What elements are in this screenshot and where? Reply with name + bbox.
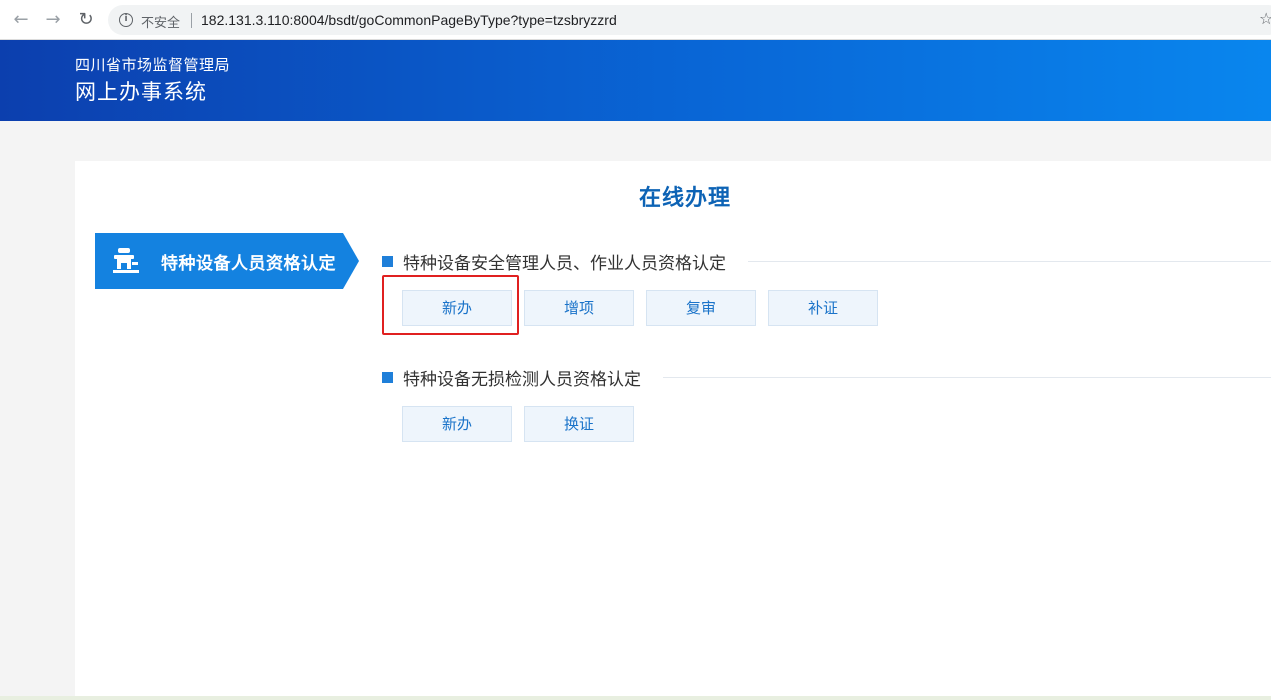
browser-toolbar: ← → ↻ i 不安全 182.131.3.110:8004/bsdt/goCo… (0, 0, 1271, 40)
security-label: 不安全 (141, 16, 181, 31)
forward-arrow-icon[interactable]: → (43, 10, 63, 30)
reload-icon[interactable]: ↻ (76, 10, 96, 30)
highlight-box (382, 275, 519, 335)
equipment-icon (113, 248, 139, 273)
service-section: 特种设备无损检测人员资格认定 新办 换证 (382, 364, 1271, 442)
page-title: 在线办理 (638, 186, 731, 211)
reissue-button[interactable]: 补证 (768, 290, 878, 326)
category-tab-label: 特种设备人员资格认定 (161, 254, 336, 274)
bookmark-star-icon[interactable]: ☆ (1259, 11, 1271, 27)
add-item-button[interactable]: 增项 (524, 290, 634, 326)
section-bullet-icon (382, 256, 393, 267)
main-panel: 在线办理 特种设备人员资格认定 特种设备安全管理人员、作业人员资格认定 新办 增… (75, 161, 1271, 700)
address-bar[interactable]: i 不安全 182.131.3.110:8004/bsdt/goCommonPa… (108, 5, 1271, 35)
review-button[interactable]: 复审 (646, 290, 756, 326)
section-header: 特种设备安全管理人员、作业人员资格认定 (382, 248, 1271, 274)
info-icon[interactable]: i (119, 13, 133, 27)
service-section: 特种设备安全管理人员、作业人员资格认定 新办 增项 复审 补证 (382, 248, 1271, 326)
site-header: 四川省市场监督管理局 网上办事系统 (0, 40, 1271, 121)
section-title: 特种设备无损检测人员资格认定 (403, 365, 663, 390)
new-application-button[interactable]: 新办 (402, 406, 512, 442)
url-text[interactable]: 182.131.3.110:8004/bsdt/goCommonPageByTy… (201, 12, 617, 28)
system-name: 网上办事系统 (75, 80, 207, 104)
section-bullet-icon (382, 372, 393, 383)
section-title: 特种设备安全管理人员、作业人员资格认定 (403, 249, 748, 274)
category-tab[interactable]: 特种设备人员资格认定 (95, 233, 359, 289)
org-name: 四川省市场监督管理局 (75, 56, 231, 74)
section-header: 特种设备无损检测人员资格认定 (382, 364, 1271, 390)
back-arrow-icon[interactable]: ← (11, 10, 31, 30)
omnibox-divider (191, 13, 192, 28)
bottom-strip (0, 696, 1271, 700)
renew-certificate-button[interactable]: 换证 (524, 406, 634, 442)
